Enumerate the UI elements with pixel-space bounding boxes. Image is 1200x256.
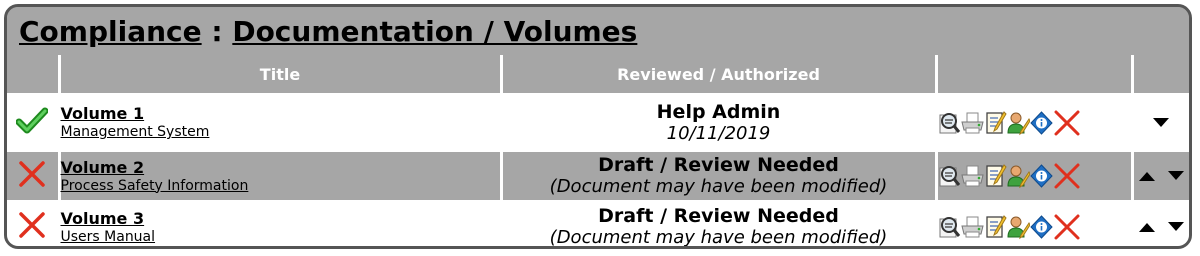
order-cell <box>1130 93 1189 152</box>
volume-name-link[interactable]: Volume 3 <box>61 209 500 228</box>
move-down-icon[interactable] <box>1152 114 1170 133</box>
info-icon[interactable] <box>1029 213 1053 241</box>
review-cell: Draft / Review Needed (Document may have… <box>499 200 938 248</box>
actions-cell <box>934 149 1134 203</box>
review-status: Draft / Review Needed <box>598 154 839 176</box>
status-cell <box>7 93 61 152</box>
edit-icon[interactable] <box>984 109 1007 137</box>
info-icon[interactable] <box>1029 162 1053 190</box>
title-cell: Volume 1 Management System <box>57 93 503 152</box>
table-row: Volume 2 Process Safety Information Draf… <box>7 149 1189 203</box>
review-detail: 10/11/2019 <box>666 122 771 144</box>
review-detail: (Document may have been modified) <box>549 227 888 248</box>
column-header-title: Title <box>57 55 503 96</box>
print-icon[interactable] <box>960 109 984 137</box>
delete-icon[interactable] <box>1053 213 1081 241</box>
breadcrumb-separator: : <box>201 15 233 48</box>
user-edit-icon[interactable] <box>1006 213 1030 241</box>
view-icon[interactable] <box>938 213 961 241</box>
move-up-icon[interactable] <box>1138 167 1156 186</box>
volume-subtitle-link[interactable]: Users Manual <box>61 228 500 246</box>
actions-cell <box>934 93 1134 152</box>
print-icon[interactable] <box>960 213 984 241</box>
order-cell <box>1130 200 1189 246</box>
cross-icon <box>17 161 47 193</box>
order-cell <box>1130 149 1189 203</box>
review-status: Help Admin <box>656 100 781 123</box>
user-edit-icon[interactable] <box>1006 109 1030 137</box>
move-down-icon[interactable] <box>1167 218 1185 237</box>
volume-name-link[interactable]: Volume 1 <box>61 104 500 123</box>
breadcrumb-compliance[interactable]: Compliance <box>19 15 202 48</box>
volumes-table: Title Reviewed / Authorized Volume 1 Man… <box>7 55 1189 248</box>
breadcrumb-documentation-volumes[interactable]: Documentation / Volumes <box>232 15 637 48</box>
view-icon[interactable] <box>938 109 961 137</box>
title-cell: Volume 3 Users Manual <box>57 200 503 246</box>
edit-icon[interactable] <box>984 213 1007 241</box>
view-icon[interactable] <box>938 162 961 190</box>
volume-name-link[interactable]: Volume 2 <box>61 158 500 177</box>
review-cell: Draft / Review Needed (Document may have… <box>499 149 938 203</box>
checkmark-icon <box>15 107 49 139</box>
status-cell <box>7 149 61 203</box>
info-icon[interactable] <box>1029 109 1053 137</box>
cross-icon <box>17 212 47 244</box>
user-edit-icon[interactable] <box>1006 162 1030 190</box>
table-row: Volume 3 Users Manual Draft / Review Nee… <box>7 200 1189 248</box>
volume-subtitle-link[interactable]: Process Safety Information <box>61 177 500 195</box>
volumes-panel: Compliance : Documentation / Volumes Tit… <box>4 4 1192 249</box>
column-header-actions <box>934 55 1134 96</box>
delete-icon[interactable] <box>1053 162 1081 190</box>
page-title: Compliance : Documentation / Volumes <box>19 15 637 48</box>
actions-cell <box>934 200 1134 246</box>
panel-header: Compliance : Documentation / Volumes <box>7 7 1189 55</box>
column-header-status <box>7 55 61 96</box>
title-cell: Volume 2 Process Safety Information <box>57 149 503 203</box>
review-cell: Help Admin 10/11/2019 <box>499 93 938 152</box>
edit-icon[interactable] <box>984 162 1007 190</box>
review-status: Draft / Review Needed <box>598 205 839 227</box>
move-down-icon[interactable] <box>1167 167 1185 186</box>
review-detail: (Document may have been modified) <box>549 176 888 197</box>
status-cell <box>7 200 61 246</box>
move-up-icon[interactable] <box>1138 218 1156 237</box>
print-icon[interactable] <box>960 162 984 190</box>
delete-icon[interactable] <box>1053 109 1081 137</box>
table-header-row: Title Reviewed / Authorized <box>7 55 1189 96</box>
table-row: Volume 1 Management System Help Admin 10… <box>7 93 1189 152</box>
column-header-order <box>1130 55 1189 96</box>
column-header-reviewed: Reviewed / Authorized <box>499 55 938 96</box>
volume-subtitle-link[interactable]: Management System <box>61 123 500 141</box>
